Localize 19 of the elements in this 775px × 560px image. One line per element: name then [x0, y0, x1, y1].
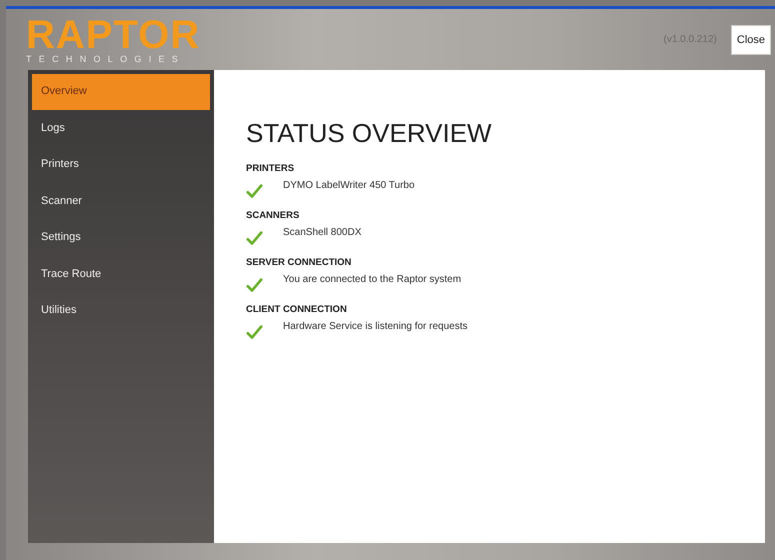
section-heading: SCANNERS [246, 210, 300, 221]
close-button[interactable]: Close [730, 24, 771, 54]
page-title: STATUS OVERVIEW [246, 118, 493, 149]
status-text: Hardware Service is listening for requests [283, 321, 468, 332]
logo-wordmark: RAPTOR [26, 16, 200, 54]
sidebar-item[interactable]: Scanner [32, 184, 210, 219]
sidebar-item[interactable]: Settings [32, 220, 210, 256]
section-heading: PRINTERS [246, 163, 296, 174]
status-text: DYMO LabelWriter 450 Turbo [283, 180, 415, 191]
section-heading: SERVER CONNECTION [246, 257, 352, 268]
sidebar-item[interactable]: Utilities [32, 293, 210, 328]
sidebar-item[interactable]: Logs [32, 110, 210, 146]
sidebar-item[interactable]: Overview [32, 74, 210, 110]
status-text: ScanShell 800DX [283, 227, 362, 238]
sidebar-item[interactable]: Printers [32, 147, 210, 182]
sidebar-item[interactable]: Trace Route [32, 256, 210, 292]
section-heading: CLIENT CONNECTION [246, 304, 348, 315]
logo-subtitle: TECHNOLOGIES [26, 54, 186, 64]
status-text: You are connected to the Raptor system [283, 274, 462, 285]
